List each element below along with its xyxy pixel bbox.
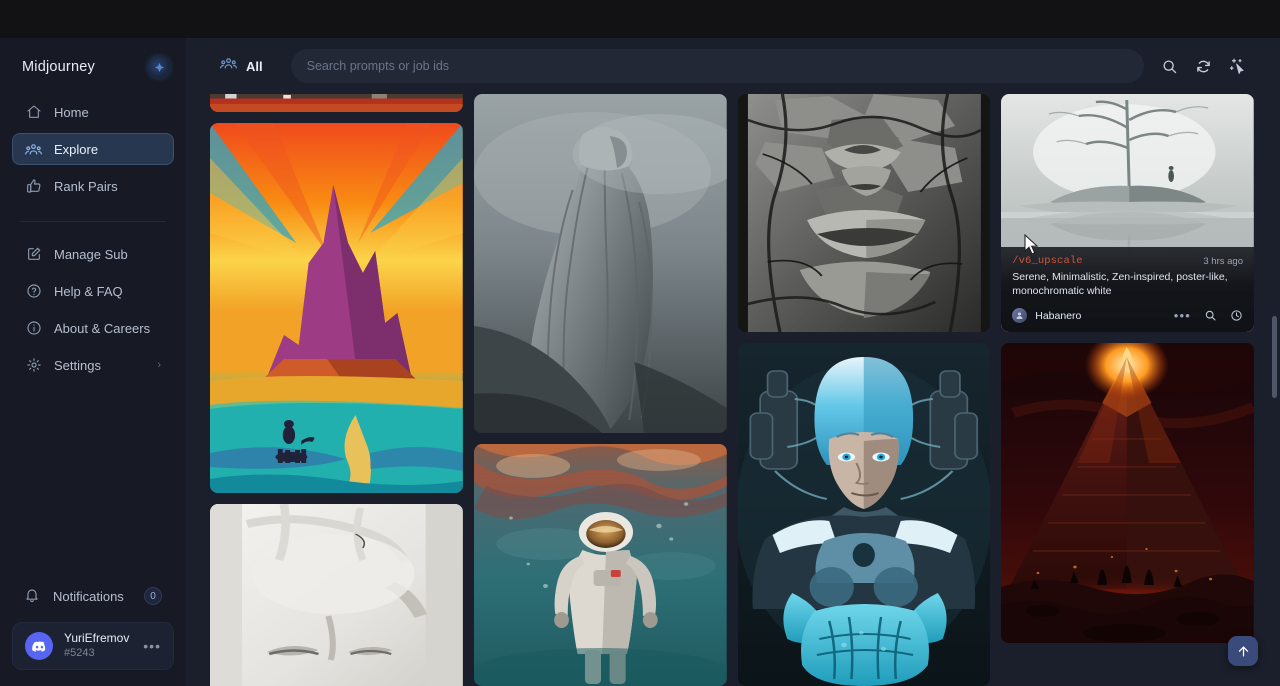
app-title: Midjourney: [22, 59, 95, 75]
sidebar-item-help-faq-label: Help & FAQ: [54, 285, 123, 298]
artwork-underwater-astronaut: [474, 444, 727, 686]
search-input[interactable]: [307, 59, 1128, 73]
gallery-scrollbar-track[interactable]: [1272, 94, 1277, 686]
job-command-tag: /v6_upscale: [1012, 255, 1082, 267]
sidebar-item-about-careers[interactable]: About & Careers: [12, 312, 174, 344]
chevron-right-icon: ›: [157, 359, 161, 371]
overlay-footer: Habanero •••: [1012, 308, 1243, 323]
sidebar-item-settings[interactable]: Settings ›: [12, 349, 174, 381]
artwork-desert-road-red: [210, 94, 463, 112]
overlay-actions: •••: [1174, 309, 1243, 323]
gallery-card[interactable]: [210, 123, 463, 493]
avatar: [1012, 308, 1027, 323]
gallery-card-hovered[interactable]: /v6_upscale 3 hrs ago Serene, Minimalist…: [1001, 94, 1254, 332]
artwork-shrouded-figure: [474, 94, 727, 433]
sidebar-item-manage-sub[interactable]: Manage Sub: [12, 238, 174, 270]
notifications-count-badge: 0: [144, 587, 162, 605]
filter-all-label: All: [246, 59, 263, 74]
artwork-castle-mesa-sunset: [210, 123, 463, 493]
more-options-button[interactable]: •••: [1174, 309, 1191, 322]
people-group-icon: [220, 55, 237, 77]
sidebar-item-about-careers-label: About & Careers: [54, 322, 150, 335]
user-tag: #5243: [64, 647, 129, 660]
arrow-up-icon: [1236, 644, 1251, 659]
thumbs-up-icon: [25, 178, 42, 195]
gallery-card[interactable]: [1001, 343, 1254, 643]
sidebar-item-settings-label: Settings: [54, 359, 101, 372]
sparkle-diamond-icon[interactable]: [148, 56, 170, 78]
sidebar-item-explore-label: Explore: [54, 143, 98, 156]
midjourney-app: Midjourney Home Explore: [0, 0, 1280, 686]
artwork-white-stone-face: [210, 504, 463, 686]
main-content: All: [186, 38, 1280, 686]
gallery-scrollbar-thumb[interactable]: [1272, 316, 1277, 398]
card-info-overlay: /v6_upscale 3 hrs ago Serene, Minimalist…: [1001, 247, 1254, 332]
primary-nav: Home Explore Rank Pairs: [0, 96, 186, 207]
user-meta: YuriEfremov #5243: [64, 632, 129, 659]
job-author-name[interactable]: Habanero: [1035, 310, 1081, 322]
overlay-header: /v6_upscale 3 hrs ago: [1012, 255, 1243, 267]
gallery-column: [210, 94, 463, 686]
sidebar-item-rank-pairs[interactable]: Rank Pairs: [12, 170, 174, 202]
job-prompt-text: Serene, Minimalistic, Zen-inspired, post…: [1012, 271, 1243, 299]
info-circle-icon: [25, 320, 42, 337]
sidebar: Midjourney Home Explore: [0, 38, 186, 686]
gallery-card[interactable]: [474, 444, 727, 686]
brand-row: Midjourney: [0, 38, 186, 96]
notifications-row[interactable]: Notifications 0: [12, 580, 174, 612]
toolbar: All: [186, 38, 1280, 94]
sidebar-item-explore[interactable]: Explore: [12, 133, 174, 165]
gallery-card[interactable]: [210, 94, 463, 112]
secondary-nav: Manage Sub Help & FAQ About & Careers Se…: [0, 238, 186, 386]
gallery-card[interactable]: [474, 94, 727, 433]
gear-icon: [25, 357, 42, 374]
question-circle-icon: [25, 283, 42, 300]
artwork-burning-pyramid: [1001, 343, 1254, 643]
artwork-cyborg-woman: [738, 343, 991, 686]
sidebar-item-help-faq[interactable]: Help & FAQ: [12, 275, 174, 307]
gallery-card[interactable]: [210, 504, 463, 686]
discord-icon: [25, 632, 53, 660]
search-icon[interactable]: [1152, 49, 1186, 83]
gallery-card[interactable]: [738, 94, 991, 332]
home-icon: [25, 104, 42, 121]
edit-square-icon: [25, 246, 42, 263]
zoom-search-icon[interactable]: [1203, 309, 1217, 323]
gallery-column: /v6_upscale 3 hrs ago Serene, Minimalist…: [1001, 94, 1254, 643]
window-chrome-strip: [0, 0, 1280, 38]
sidebar-item-home-label: Home: [54, 106, 89, 119]
refresh-icon[interactable]: [1186, 49, 1220, 83]
image-gallery: /v6_upscale 3 hrs ago Serene, Minimalist…: [186, 94, 1280, 686]
user-name: YuriEfremov: [64, 632, 129, 646]
user-more-button[interactable]: •••: [143, 639, 161, 653]
notifications-label: Notifications: [53, 589, 124, 604]
sparkle-cursor-icon[interactable]: [1220, 49, 1254, 83]
sidebar-item-rank-pairs-label: Rank Pairs: [54, 180, 118, 193]
scroll-to-top-button[interactable]: [1228, 636, 1258, 666]
history-clock-icon[interactable]: [1229, 309, 1243, 323]
filter-all-button[interactable]: All: [210, 49, 273, 83]
bell-icon: [24, 587, 40, 606]
gallery-column: [474, 94, 727, 686]
people-group-icon: [25, 141, 42, 158]
sidebar-item-home[interactable]: Home: [12, 96, 174, 128]
user-profile-card[interactable]: YuriEfremov #5243 •••: [12, 622, 174, 670]
gallery-column: [738, 94, 991, 686]
job-timestamp: 3 hrs ago: [1203, 256, 1243, 267]
sidebar-divider: [20, 221, 166, 222]
artwork-stone-face-relief: [738, 94, 991, 332]
sidebar-item-manage-sub-label: Manage Sub: [54, 248, 128, 261]
gallery-card[interactable]: [738, 343, 991, 686]
sidebar-spacer: [0, 386, 186, 580]
search-bar[interactable]: [291, 49, 1144, 83]
